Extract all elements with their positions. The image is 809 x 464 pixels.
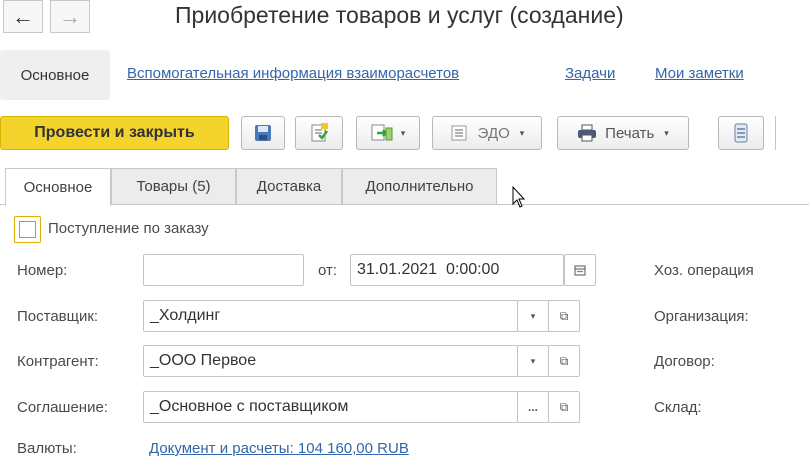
agreement-open-button[interactable]: ⧉	[548, 391, 580, 423]
chevron-down-icon: ▾	[519, 127, 525, 138]
section-bar: Основное Вспомогательная информация взаи…	[0, 50, 809, 100]
currency-link[interactable]: Документ и расчеты: 104 160,00 RUB	[149, 440, 409, 457]
contractor-value: _ООО Первое	[150, 352, 257, 369]
order-checkbox[interactable]	[14, 216, 41, 243]
date-value: 31.01.2021 0:00:00	[357, 261, 500, 278]
window-title: Приобретение товаров и услуг (создание)	[175, 2, 624, 28]
list-icon	[734, 123, 748, 143]
contractor-field[interactable]: _ООО Первое	[143, 345, 518, 377]
printer-icon	[578, 124, 597, 142]
chevron-down-icon: ▾	[664, 127, 669, 138]
save-button[interactable]	[241, 116, 285, 150]
chevron-down-icon: ▾	[530, 310, 536, 321]
edo-label: ЭДО	[477, 124, 510, 142]
warehouse-label: Склад:	[654, 399, 702, 416]
currency-label: Валюты:	[17, 440, 77, 457]
open-window-icon: ⧉	[559, 399, 569, 414]
date-from-label: от:	[318, 262, 338, 279]
post-and-close-button[interactable]: Провести и закрыть	[0, 116, 229, 150]
mouse-cursor-icon	[512, 186, 526, 208]
tab-main[interactable]: Основное	[5, 168, 111, 206]
order-checkbox-label: Поступление по заказу	[48, 220, 209, 237]
supplier-field[interactable]: _Холдинг	[143, 300, 518, 332]
open-window-icon: ⧉	[559, 353, 569, 368]
supplier-label: Поставщик:	[17, 308, 99, 325]
open-window-icon: ⧉	[559, 308, 569, 323]
tab-goods[interactable]: Товары (5)	[111, 168, 236, 204]
post-document-icon	[311, 123, 329, 142]
agreement-label: Соглашение:	[17, 399, 108, 416]
contractor-dropdown-button[interactable]: ▾	[517, 345, 549, 377]
post-button[interactable]	[295, 116, 343, 150]
chevron-down-icon: ▾	[530, 355, 536, 366]
edo-button[interactable]: ЭДО ▾	[432, 116, 542, 150]
agreement-select-button[interactable]: ...	[517, 391, 549, 423]
calendar-icon	[574, 265, 586, 276]
agreement-field[interactable]: _Основное с поставщиком	[143, 391, 518, 423]
tab-underline	[0, 204, 809, 205]
calendar-button[interactable]	[564, 254, 596, 286]
print-label: Печать	[605, 124, 655, 142]
supplier-open-button[interactable]: ⧉	[548, 300, 580, 332]
contract-label: Договор:	[654, 353, 715, 370]
supplier-dropdown-button[interactable]: ▾	[517, 300, 549, 332]
forward-button[interactable]: →	[50, 0, 90, 33]
operation-label: Хоз. операция	[654, 262, 754, 279]
number-label: Номер:	[17, 262, 68, 279]
section-link-tasks[interactable]: Задачи	[565, 65, 615, 82]
tab-additional[interactable]: Дополнительно	[342, 168, 497, 204]
section-link-notes[interactable]: Мои заметки	[655, 65, 744, 82]
floppy-icon	[255, 125, 271, 141]
ellipsis-icon: ...	[527, 400, 538, 414]
contractor-label: Контрагент:	[17, 353, 99, 370]
back-button[interactable]: ←	[3, 0, 43, 33]
contractor-open-button[interactable]: ⧉	[548, 345, 580, 377]
date-field[interactable]: 31.01.2021 0:00:00	[350, 254, 564, 286]
arrow-left-icon: ←	[12, 3, 34, 29]
agreement-value: _Основное с поставщиком	[150, 398, 349, 415]
create-based-on-button[interactable]: ▾	[356, 116, 420, 150]
document-list-button[interactable]	[718, 116, 764, 150]
chevron-down-icon: ▾	[400, 127, 406, 138]
section-link-aux-info[interactable]: Вспомогательная информация взаиморасчето…	[127, 65, 459, 82]
create-based-on-icon	[371, 124, 393, 141]
edo-icon	[451, 125, 467, 141]
tab-delivery[interactable]: Доставка	[236, 168, 342, 204]
organization-label: Организация:	[654, 308, 749, 325]
section-main[interactable]: Основное	[0, 50, 110, 100]
supplier-value: _Холдинг	[150, 307, 221, 324]
toolbar-overflow-edge	[775, 116, 809, 150]
number-field[interactable]	[143, 254, 304, 286]
arrow-right-icon: →	[59, 3, 81, 29]
print-button[interactable]: Печать ▾	[557, 116, 689, 150]
